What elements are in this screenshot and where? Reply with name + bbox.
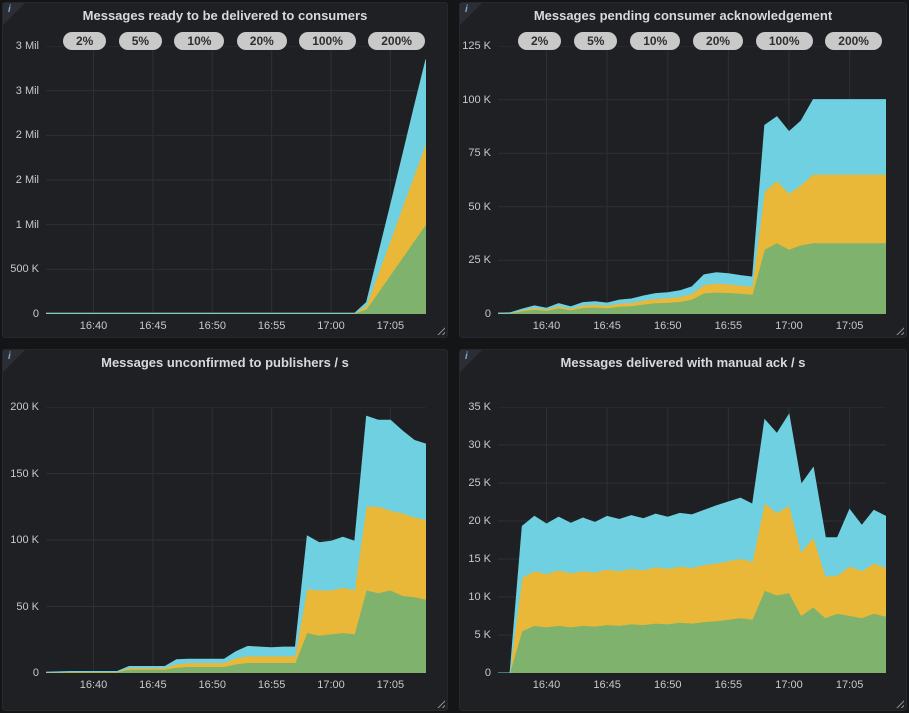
panel-messages-pending-ack: i Messages pending consumer acknowledgem… [459, 2, 907, 338]
line-series-yellow [46, 144, 426, 313]
legend-pill-5%[interactable]: 5% [574, 32, 617, 50]
x-tick-label: 17:00 [317, 320, 345, 332]
chart-canvas [498, 407, 886, 673]
legend-pill-20%[interactable]: 20% [237, 32, 287, 50]
x-tick-label: 16:55 [258, 320, 286, 332]
legend-pill-2%[interactable]: 2% [63, 32, 106, 50]
chart-plot-area[interactable] [498, 46, 886, 314]
chart-plot-area[interactable] [46, 46, 426, 314]
x-tick-label: 16:50 [654, 679, 682, 691]
x-tick-label: 16:55 [715, 679, 743, 691]
y-tick-label: 5 K [460, 629, 491, 641]
legend-pill-100%[interactable]: 100% [299, 32, 356, 50]
y-tick-label: 150 K [3, 468, 39, 480]
y-tick-label: 50 K [460, 201, 491, 213]
resize-handle[interactable] [437, 700, 445, 708]
x-tick-label: 16:40 [80, 320, 108, 332]
chart-plot-area[interactable] [498, 407, 886, 673]
legend-pills: 2% 5% 10% 20% 100% 200% [63, 32, 425, 50]
legend-pill-200%[interactable]: 200% [368, 32, 425, 50]
dashboard-grid: i Messages ready to be delivered to cons… [0, 0, 909, 713]
y-tick-label: 2 Mil [3, 129, 39, 141]
x-tick-label: 16:45 [139, 679, 167, 691]
y-tick-label: 0 [3, 308, 39, 320]
panel-title[interactable]: Messages delivered with manual ack / s [460, 355, 906, 370]
x-tick-label: 17:00 [317, 679, 345, 691]
gridlines [46, 46, 426, 314]
y-tick-label: 30 K [460, 439, 491, 451]
panel-messages-ready: i Messages ready to be delivered to cons… [2, 2, 448, 338]
x-tick-label: 16:55 [715, 320, 743, 332]
area-series-yellow [46, 144, 426, 313]
resize-handle[interactable] [896, 700, 904, 708]
x-tick-label: 17:05 [377, 320, 405, 332]
y-tick-label: 500 K [3, 263, 39, 275]
resize-handle[interactable] [896, 327, 904, 335]
chart-plot-area[interactable] [46, 407, 426, 673]
y-tick-label: 1 Mil [3, 219, 39, 231]
y-tick-label: 125 K [460, 40, 491, 52]
y-tick-label: 75 K [460, 147, 491, 159]
legend-pills: 2% 5% 10% 20% 100% 200% [518, 32, 882, 50]
y-tick-label: 25 K [460, 477, 491, 489]
legend-pill-2%[interactable]: 2% [518, 32, 561, 50]
legend-pill-5%[interactable]: 5% [119, 32, 162, 50]
y-tick-label: 3 Mil [3, 85, 39, 97]
chart-canvas [498, 46, 886, 314]
y-tick-label: 100 K [3, 534, 39, 546]
legend-pill-200%[interactable]: 200% [825, 32, 882, 50]
area-series-green [498, 243, 886, 314]
x-tick-label: 17:00 [775, 320, 803, 332]
y-tick-label: 3 Mil [3, 40, 39, 52]
x-tick-label: 16:45 [139, 320, 167, 332]
y-tick-label: 50 K [3, 601, 39, 613]
panel-title[interactable]: Messages pending consumer acknowledgemen… [460, 8, 906, 23]
y-tick-label: 10 K [460, 591, 491, 603]
y-tick-label: 20 K [460, 515, 491, 527]
y-tick-label: 0 [3, 667, 39, 679]
x-tick-label: 17:05 [836, 679, 864, 691]
panel-messages-delivered: i Messages delivered with manual ack / s… [459, 349, 907, 711]
area-series-cyan [46, 59, 426, 313]
x-tick-label: 16:40 [80, 679, 108, 691]
line-series-cyan [46, 59, 426, 313]
x-tick-label: 16:50 [654, 320, 682, 332]
chart-canvas [46, 46, 426, 314]
x-tick-label: 16:55 [258, 679, 286, 691]
y-tick-label: 35 K [460, 401, 491, 413]
y-tick-label: 15 K [460, 553, 491, 565]
x-tick-label: 16:40 [533, 679, 561, 691]
x-tick-label: 17:00 [775, 679, 803, 691]
x-tick-label: 16:40 [533, 320, 561, 332]
panel-title[interactable]: Messages unconfirmed to publishers / s [3, 355, 447, 370]
panel-title[interactable]: Messages ready to be delivered to consum… [3, 8, 447, 23]
legend-pill-10%[interactable]: 10% [174, 32, 224, 50]
y-tick-label: 100 K [460, 94, 491, 106]
legend-pill-100%[interactable]: 100% [756, 32, 813, 50]
resize-handle[interactable] [437, 327, 445, 335]
panel-messages-unconfirmed: i Messages unconfirmed to publishers / s… [2, 349, 448, 711]
x-tick-label: 16:50 [198, 679, 226, 691]
legend-pill-10%[interactable]: 10% [630, 32, 680, 50]
y-tick-label: 200 K [3, 401, 39, 413]
x-tick-label: 17:05 [377, 679, 405, 691]
y-tick-label: 0 [460, 667, 491, 679]
x-tick-label: 17:05 [836, 320, 864, 332]
y-tick-label: 2 Mil [3, 174, 39, 186]
x-tick-label: 16:45 [593, 679, 621, 691]
x-tick-label: 16:45 [593, 320, 621, 332]
legend-pill-20%[interactable]: 20% [693, 32, 743, 50]
y-tick-label: 25 K [460, 254, 491, 266]
y-tick-label: 0 [460, 308, 491, 320]
chart-canvas [46, 407, 426, 673]
x-tick-label: 16:50 [198, 320, 226, 332]
